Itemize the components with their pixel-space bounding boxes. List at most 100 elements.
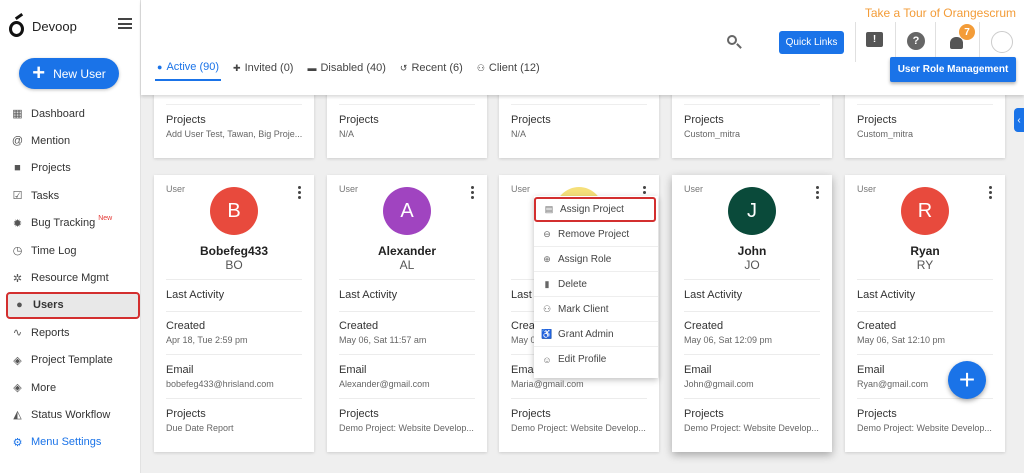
sidebar-item-menu-settings[interactable]: ⚙ Menu Settings [0, 429, 141, 456]
sidebar-item-label: Bug Tracking [31, 217, 96, 230]
sidebar-item-time-log[interactable]: ◷ Time Log [0, 237, 141, 264]
mark-client-menu-item[interactable]: ⚇ Mark Client [534, 297, 658, 322]
menu-item-label: Mark Client [558, 303, 609, 315]
at-icon: @ [11, 135, 24, 148]
more-options-icon[interactable] [816, 186, 820, 199]
tab-recent[interactable]: ↺ Recent (6) [398, 55, 465, 81]
bug-icon: ✹ [12, 217, 23, 230]
grant-admin-menu-item[interactable]: ♿ Grant Admin [534, 322, 658, 347]
divider [339, 279, 475, 280]
assign-project-menu-item[interactable]: ▤ Assign Project [534, 197, 656, 222]
email-label: Email [684, 364, 712, 376]
trash-icon: ▮ [544, 278, 550, 289]
assign-role-menu-item[interactable]: ⊕ Assign Role [534, 247, 658, 272]
checkbox-icon: ☑ [12, 190, 23, 203]
new-user-button[interactable]: + New User [19, 58, 119, 89]
sidebar-item-project-template[interactable]: ◈ Project Template [0, 347, 141, 374]
profile-avatar[interactable] [991, 31, 1013, 53]
user-card: User A Alexander AL Last Activity Created May … [327, 175, 487, 452]
tab-disabled[interactable]: ▬ Disabled (40) [305, 55, 387, 81]
created-label: Created [339, 320, 379, 332]
user-avatar: B [210, 187, 258, 235]
projects-label: Projects [857, 408, 897, 420]
previous-user-card: Projects Custom_mitra [845, 92, 1005, 158]
minus-circle-icon: ⊖ [543, 228, 551, 239]
more-options-icon[interactable] [298, 186, 302, 199]
delete-menu-item[interactable]: ▮ Delete [534, 272, 658, 297]
clipboard-icon: ▤ [544, 204, 554, 214]
divider [166, 279, 302, 280]
user-status-tabs: ● Active (90) ✚ Invited (0) ▬ Disabled (40)… [155, 53, 542, 83]
new-user-label: New User [53, 66, 106, 81]
sidebar-item-users[interactable]: ● Users [6, 291, 140, 320]
user-avatar: R [901, 187, 949, 235]
edit-profile-menu-item[interactable]: ☺ Edit Profile [534, 347, 658, 372]
sidebar-item-bug-tracking[interactable]: ✹ Bug Tracking New [0, 210, 141, 237]
block-icon: ▬ [307, 63, 317, 73]
created-label: Created [857, 320, 897, 332]
sidebar-item-more[interactable]: ◈ More [0, 374, 141, 401]
sidebar-item-status-workflow[interactable]: ◭ Status Workflow [0, 401, 141, 428]
help-icon[interactable]: ? [907, 32, 925, 50]
divider [684, 311, 820, 312]
created-label: Created [166, 320, 206, 332]
app-logo[interactable]: Devoop [8, 12, 77, 38]
layers-icon: ◈ [13, 354, 22, 367]
divider [166, 104, 302, 105]
divider [684, 398, 820, 399]
sidebar-item-label: Status Workflow [31, 408, 111, 421]
projects-value: N/A [511, 129, 527, 139]
sidebar-item-tasks[interactable]: ☑ Tasks [0, 182, 141, 209]
user-role-management-button[interactable]: User Role Management [890, 57, 1016, 82]
feedback-icon[interactable]: ! [866, 32, 883, 47]
gear-icon: ⚙ [12, 436, 23, 449]
divider [857, 279, 993, 280]
divider [339, 104, 475, 105]
trend-icon: ∿ [12, 327, 23, 340]
divider [684, 279, 820, 280]
user-initials: RY [916, 258, 934, 272]
user-card: User J John JO Last Activity Created May 06, S… [672, 175, 832, 452]
remove-project-menu-item[interactable]: ⊖ Remove Project [534, 222, 658, 247]
tab-invited[interactable]: ✚ Invited (0) [231, 55, 295, 81]
add-fab-button[interactable]: + [948, 361, 986, 399]
projects-value: Custom_mitra [857, 129, 914, 139]
menu-toggle-icon[interactable] [118, 18, 132, 29]
sidebar-item-mention[interactable]: @ Mention [0, 127, 141, 154]
sidebar-item-dashboard[interactable]: ▦ Dashboard [0, 100, 141, 127]
divider [339, 398, 475, 399]
tour-link[interactable]: Take a Tour of Orangescrum [865, 6, 1016, 20]
sidebar-item-label: Project Template [31, 354, 113, 367]
sidebar-item-label: Dashboard [31, 107, 85, 120]
tab-client[interactable]: ⚇ Client (12) [475, 55, 542, 81]
menu-item-label: Edit Profile [558, 354, 607, 365]
sidebar-item-label: More [31, 381, 57, 394]
email-value: Maria@gmail.com [511, 379, 584, 389]
sidebar-item-resource-mgmt[interactable]: ✲ Resource Mgmt [0, 264, 141, 291]
more-options-icon[interactable] [471, 186, 475, 199]
more-options-icon[interactable] [989, 186, 993, 199]
user-role: User [684, 184, 704, 194]
user-role: User [166, 184, 186, 194]
previous-user-card: Projects N/A [499, 92, 659, 158]
user-role: User [857, 184, 877, 194]
user-name: Alexander [377, 244, 437, 258]
user-icon: ● [16, 299, 23, 312]
tab-label: Invited (0) [244, 62, 294, 74]
group-icon: ⚇ [476, 62, 485, 73]
menu-item-label: Delete [558, 278, 587, 290]
projects-label: Projects [684, 114, 724, 126]
quick-links-button[interactable]: Quick Links [779, 31, 844, 54]
sidebar-item-label: Reports [31, 326, 70, 339]
divider [339, 354, 475, 355]
sidebar-item-projects[interactable]: ■ Projects [0, 155, 141, 182]
chevron-left-icon[interactable]: ‹ [1014, 108, 1024, 132]
tab-active[interactable]: ● Active (90) [155, 55, 222, 81]
person-icon: ☺ [542, 354, 552, 365]
tab-label: Recent (6) [411, 62, 463, 74]
projects-value: N/A [339, 129, 355, 139]
sidebar-item-reports[interactable]: ∿ Reports [0, 319, 141, 346]
divider [339, 311, 475, 312]
sidebar-item-label: Menu Settings [31, 436, 102, 449]
search-icon[interactable] [726, 34, 742, 50]
